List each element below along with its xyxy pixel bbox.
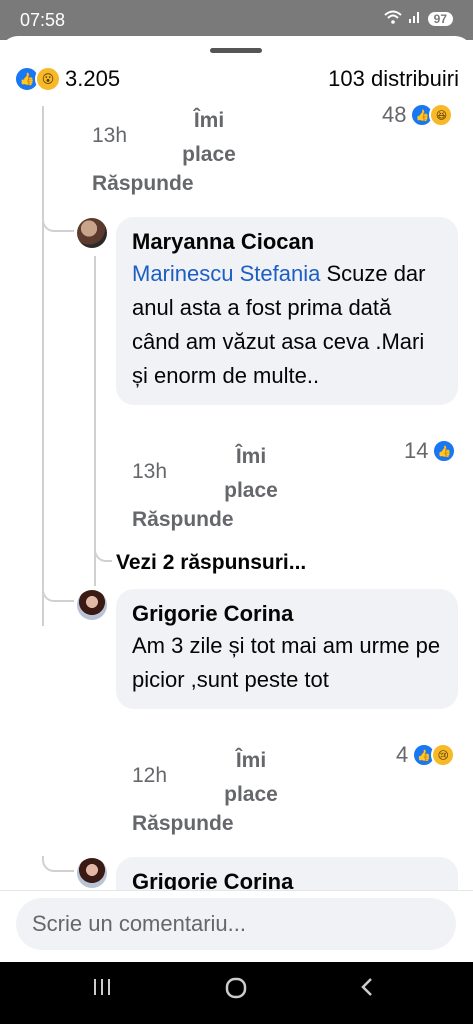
comments-sheet: 👍 😮 3.205 103 distribuiri 13h Îmi place … [0,36,473,896]
sad-reaction-icon: 😢 [431,743,456,767]
comment-reaction-count[interactable]: 14 👍 [404,438,457,464]
recent-apps-icon[interactable] [82,976,122,1005]
comment-time: 13h [132,460,168,483]
battery-indicator: 97 [427,11,453,26]
comment-reaction-count[interactable]: 48 👍 😆 [382,102,454,128]
reply-connector [42,586,74,602]
reaction-summary[interactable]: 👍 😮 3.205 103 distribuiri [14,64,459,94]
reply-link[interactable]: Răspunde [132,508,234,532]
comment-composer-bar: Scrie un comentariu... [0,890,473,961]
comment-author[interactable]: Grigorie Corina [132,599,442,629]
status-bar: 07:58 97 [0,0,473,40]
like-link[interactable]: Îmi place [216,744,286,812]
drag-handle[interactable] [210,48,262,53]
reply-connector [42,856,74,872]
wifi-icon [383,10,402,27]
home-icon[interactable] [216,976,256,1007]
reaction-count: 3.205 [65,66,121,91]
signal-icon [408,10,422,27]
thread-line [42,106,44,626]
comment-input[interactable]: Scrie un comentariu... [16,898,456,950]
like-link[interactable]: Îmi place [174,104,244,172]
reply-link[interactable]: Răspunde [92,172,194,196]
comment-bubble: Grigorie Corina Am 3 zile și tot mai am … [116,589,458,709]
comment-bubble: Maryanna Ciocan Marinescu Stefania Scuze… [116,217,458,405]
avatar[interactable] [77,590,107,620]
status-icons: 97 [383,10,453,27]
comment-author[interactable]: Maryanna Ciocan [132,227,442,257]
avatar[interactable] [77,858,107,888]
system-nav-bar [0,962,473,1024]
comment-time: 12h [132,764,168,787]
back-icon[interactable] [348,976,388,1005]
reply-connector [94,546,112,562]
like-link[interactable]: Îmi place [216,440,286,508]
view-more-replies[interactable]: Vezi 2 răspunsuri... [116,551,306,575]
mention-link[interactable]: Marinescu Stefania [132,261,320,286]
shares-count[interactable]: 103 distribuiri [328,66,459,92]
haha-reaction-icon: 😆 [429,103,454,127]
comment-reaction-count[interactable]: 4 👍 😢 [396,742,456,768]
reply-link[interactable]: Răspunde [132,812,234,836]
status-time: 07:58 [20,10,66,30]
comment-time: 13h [92,124,128,147]
wow-reaction-icon: 😮 [35,66,61,92]
reply-thread-line [94,256,96,586]
comment-text: Am 3 zile și tot mai am urme pe picior ,… [132,633,441,692]
reply-connector [42,216,74,232]
like-reaction-icon: 👍 [432,439,457,463]
avatar[interactable] [77,218,107,248]
